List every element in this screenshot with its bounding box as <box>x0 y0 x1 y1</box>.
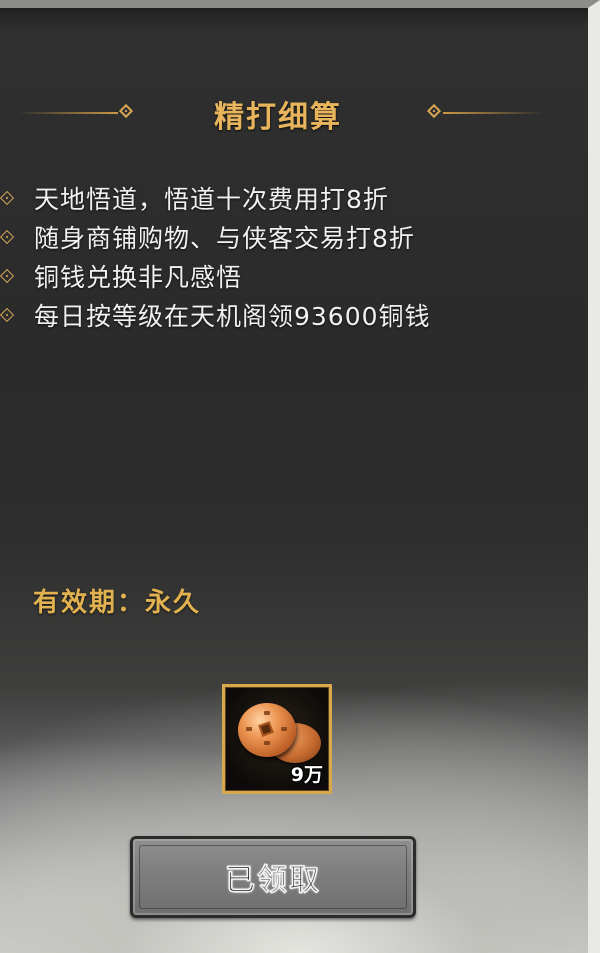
diamond-ornament-icon <box>426 103 442 119</box>
diamond-ornament-icon <box>118 103 134 119</box>
coin-glyph <box>281 727 287 731</box>
copper-coin-icon <box>238 703 296 757</box>
bullet-diamond-icon <box>0 190 15 206</box>
panel-frame <box>0 0 600 953</box>
card-title: 精打细算 <box>214 100 342 135</box>
benefit-text: 天地悟道，悟道十次费用打8折 <box>34 185 389 214</box>
title-divider-right <box>443 112 543 114</box>
benefit-item: 随身商铺购物、与侠客交易打8折 <box>0 217 580 256</box>
bullet-diamond-icon <box>0 307 15 323</box>
reward-quantity: 9万 <box>290 764 323 786</box>
reward-item-slot[interactable]: 9万 <box>222 684 332 794</box>
benefit-list: 天地悟道，悟道十次费用打8折 随身商铺购物、与侠客交易打8折 铜钱兑换非凡感悟 … <box>0 178 580 334</box>
benefit-text: 铜钱兑换非凡感悟 <box>34 263 243 292</box>
claimed-button-label: 已领取 <box>225 863 321 899</box>
bullet-diamond-icon <box>0 268 15 284</box>
benefit-item: 天地悟道，悟道十次费用打8折 <box>0 178 580 217</box>
benefit-text: 随身商铺购物、与侠客交易打8折 <box>34 224 415 253</box>
benefit-text: 每日按等级在天机阁领93600铜钱 <box>34 302 431 331</box>
benefit-item: 每日按等级在天机阁领93600铜钱 <box>0 295 580 334</box>
validity-label: 有效期：永久 <box>33 588 202 618</box>
title-row: 精打细算 <box>0 88 588 138</box>
coin-square-hole <box>258 721 274 737</box>
card-panel: 精打细算 天地悟道，悟道十次费用打8折 随身商铺购物、与侠客交易打8折 铜钱兑换… <box>0 0 600 953</box>
bullet-diamond-icon <box>0 229 15 245</box>
coin-glyph <box>264 741 270 745</box>
title-divider-left <box>18 112 118 114</box>
claimed-button[interactable]: 已领取 <box>130 836 416 918</box>
benefit-item: 铜钱兑换非凡感悟 <box>0 256 580 295</box>
coin-glyph <box>264 711 270 715</box>
panel-top-shade <box>0 8 588 28</box>
coin-glyph <box>246 727 252 731</box>
